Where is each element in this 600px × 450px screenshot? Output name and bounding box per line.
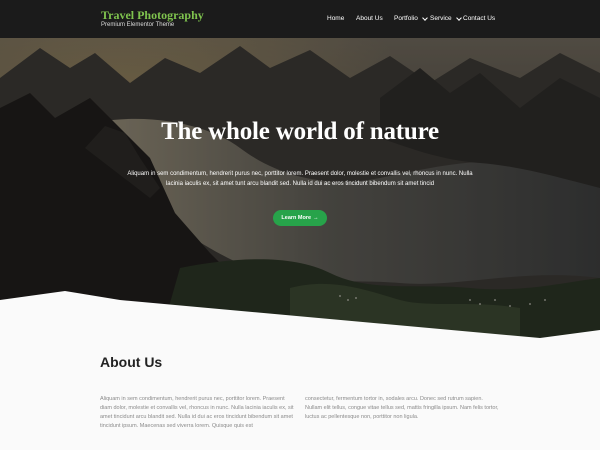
- chevron-down-icon: [422, 14, 428, 21]
- nav-item-contact[interactable]: Contact Us: [463, 15, 495, 22]
- nav-item-label: Contact Us: [463, 15, 496, 22]
- nav-item-label: About Us: [356, 15, 383, 22]
- nav-item-label: Service: [430, 15, 452, 22]
- hero-description: Aliquam in sem condimentum, hendrerit pu…: [127, 171, 473, 187]
- main-nav: Home About Us Portfolio Service Contact …: [0, 14, 600, 25]
- arrow-right-icon: →: [313, 215, 319, 221]
- nav-item-portfolio[interactable]: Portfolio: [394, 14, 428, 22]
- about-heading: About Us: [100, 354, 163, 370]
- nav-item-home[interactable]: Home: [327, 15, 344, 22]
- hero-section: The whole world of nature Aliquam in sem…: [0, 38, 600, 338]
- nav-item-about[interactable]: About Us: [356, 15, 383, 22]
- nav-item-label: Home: [327, 15, 345, 22]
- hero-title: The whole world of nature: [161, 118, 439, 145]
- about-text-col-1: Aliquam in sem condimentum, hendrerit pu…: [100, 396, 294, 429]
- learn-more-button[interactable]: Learn More →: [273, 210, 327, 226]
- about-text-col-2: consectetur, fermentum tortor in, sodale…: [305, 396, 499, 420]
- nav-item-service[interactable]: Service: [430, 14, 462, 22]
- nav-item-label: Portfolio: [394, 15, 418, 22]
- learn-more-label: Learn More: [281, 215, 312, 221]
- chevron-down-icon: [455, 14, 462, 21]
- site-header: Travel Photography Premium Elementor The…: [0, 0, 600, 38]
